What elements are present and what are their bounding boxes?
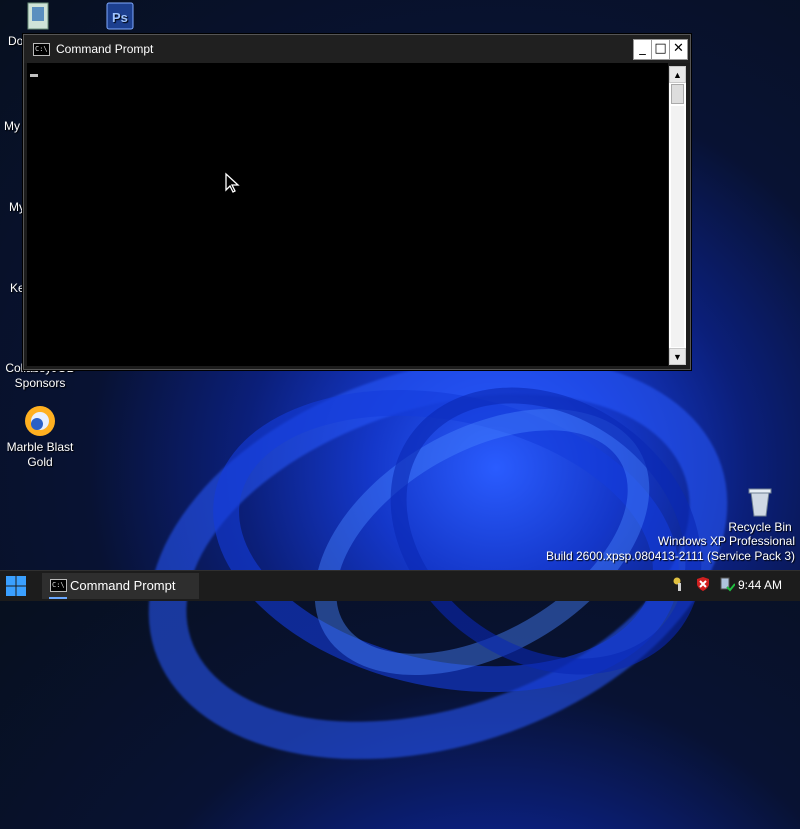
window-title: Command Prompt — [56, 42, 154, 56]
text-cursor — [30, 74, 38, 77]
minimize-button[interactable]: _ — [633, 39, 652, 60]
maximize-button[interactable]: □ — [651, 39, 670, 60]
desktop-icon-label: Recycle Bin — [728, 520, 792, 534]
safely-remove-hardware-icon[interactable] — [719, 576, 736, 592]
desktop-icon-recycle-bin[interactable]: Recycle Bin — [720, 486, 800, 535]
taskbar-item-label: Command Prompt — [70, 578, 176, 593]
scroll-down-button[interactable]: ▼ — [669, 348, 686, 365]
os-build: Build 2600.xpsp.080413-2111 (Service Pac… — [545, 549, 795, 563]
taskbar-item-command-prompt[interactable]: C:\ Command Prompt — [42, 573, 199, 599]
recycle-bin-icon — [748, 488, 772, 517]
desktop-icon-photoshop[interactable]: Ps — [80, 2, 160, 32]
os-version-info: Windows XP Professional Build 2600.xpsp.… — [546, 534, 795, 564]
network-key-icon[interactable] — [672, 576, 688, 592]
scroll-up-button[interactable]: ▲ — [669, 66, 686, 83]
command-prompt-window[interactable]: C:\ Command Prompt _ □ ✕ ▲ ▼ — [23, 34, 691, 370]
photoshop-icon: Ps — [106, 2, 134, 30]
documents-icon — [27, 2, 49, 30]
start-button-windows-logo-icon[interactable] — [5, 575, 27, 597]
title-bar[interactable]: C:\ Command Prompt _ □ ✕ — [24, 35, 690, 63]
wallpaper-swirl — [334, 328, 758, 734]
active-indicator — [49, 597, 67, 599]
vertical-scrollbar[interactable]: ▲ ▼ — [669, 66, 686, 365]
scroll-track[interactable] — [671, 106, 684, 347]
security-shield-icon[interactable] — [695, 576, 711, 592]
svg-text:Ps: Ps — [112, 10, 128, 25]
taskbar: C:\ Command Prompt 9:44 AM — [0, 570, 800, 601]
os-name: Windows XP Professional — [657, 534, 795, 548]
scroll-thumb[interactable] — [671, 84, 684, 104]
clock[interactable]: 9:44 AM — [738, 578, 782, 592]
desktop-icon-label: Marble Blast Gold — [6, 440, 74, 469]
desktop-icon-marble-blast[interactable]: Marble Blast Gold — [0, 404, 80, 470]
marble-blast-icon — [25, 406, 55, 436]
system-tray — [672, 575, 738, 597]
console-output[interactable] — [27, 63, 668, 366]
mouse-pointer-icon — [225, 172, 240, 193]
console-icon: C:\ — [50, 579, 67, 592]
console-icon: C:\ — [33, 43, 50, 56]
close-button[interactable]: ✕ — [669, 39, 688, 60]
